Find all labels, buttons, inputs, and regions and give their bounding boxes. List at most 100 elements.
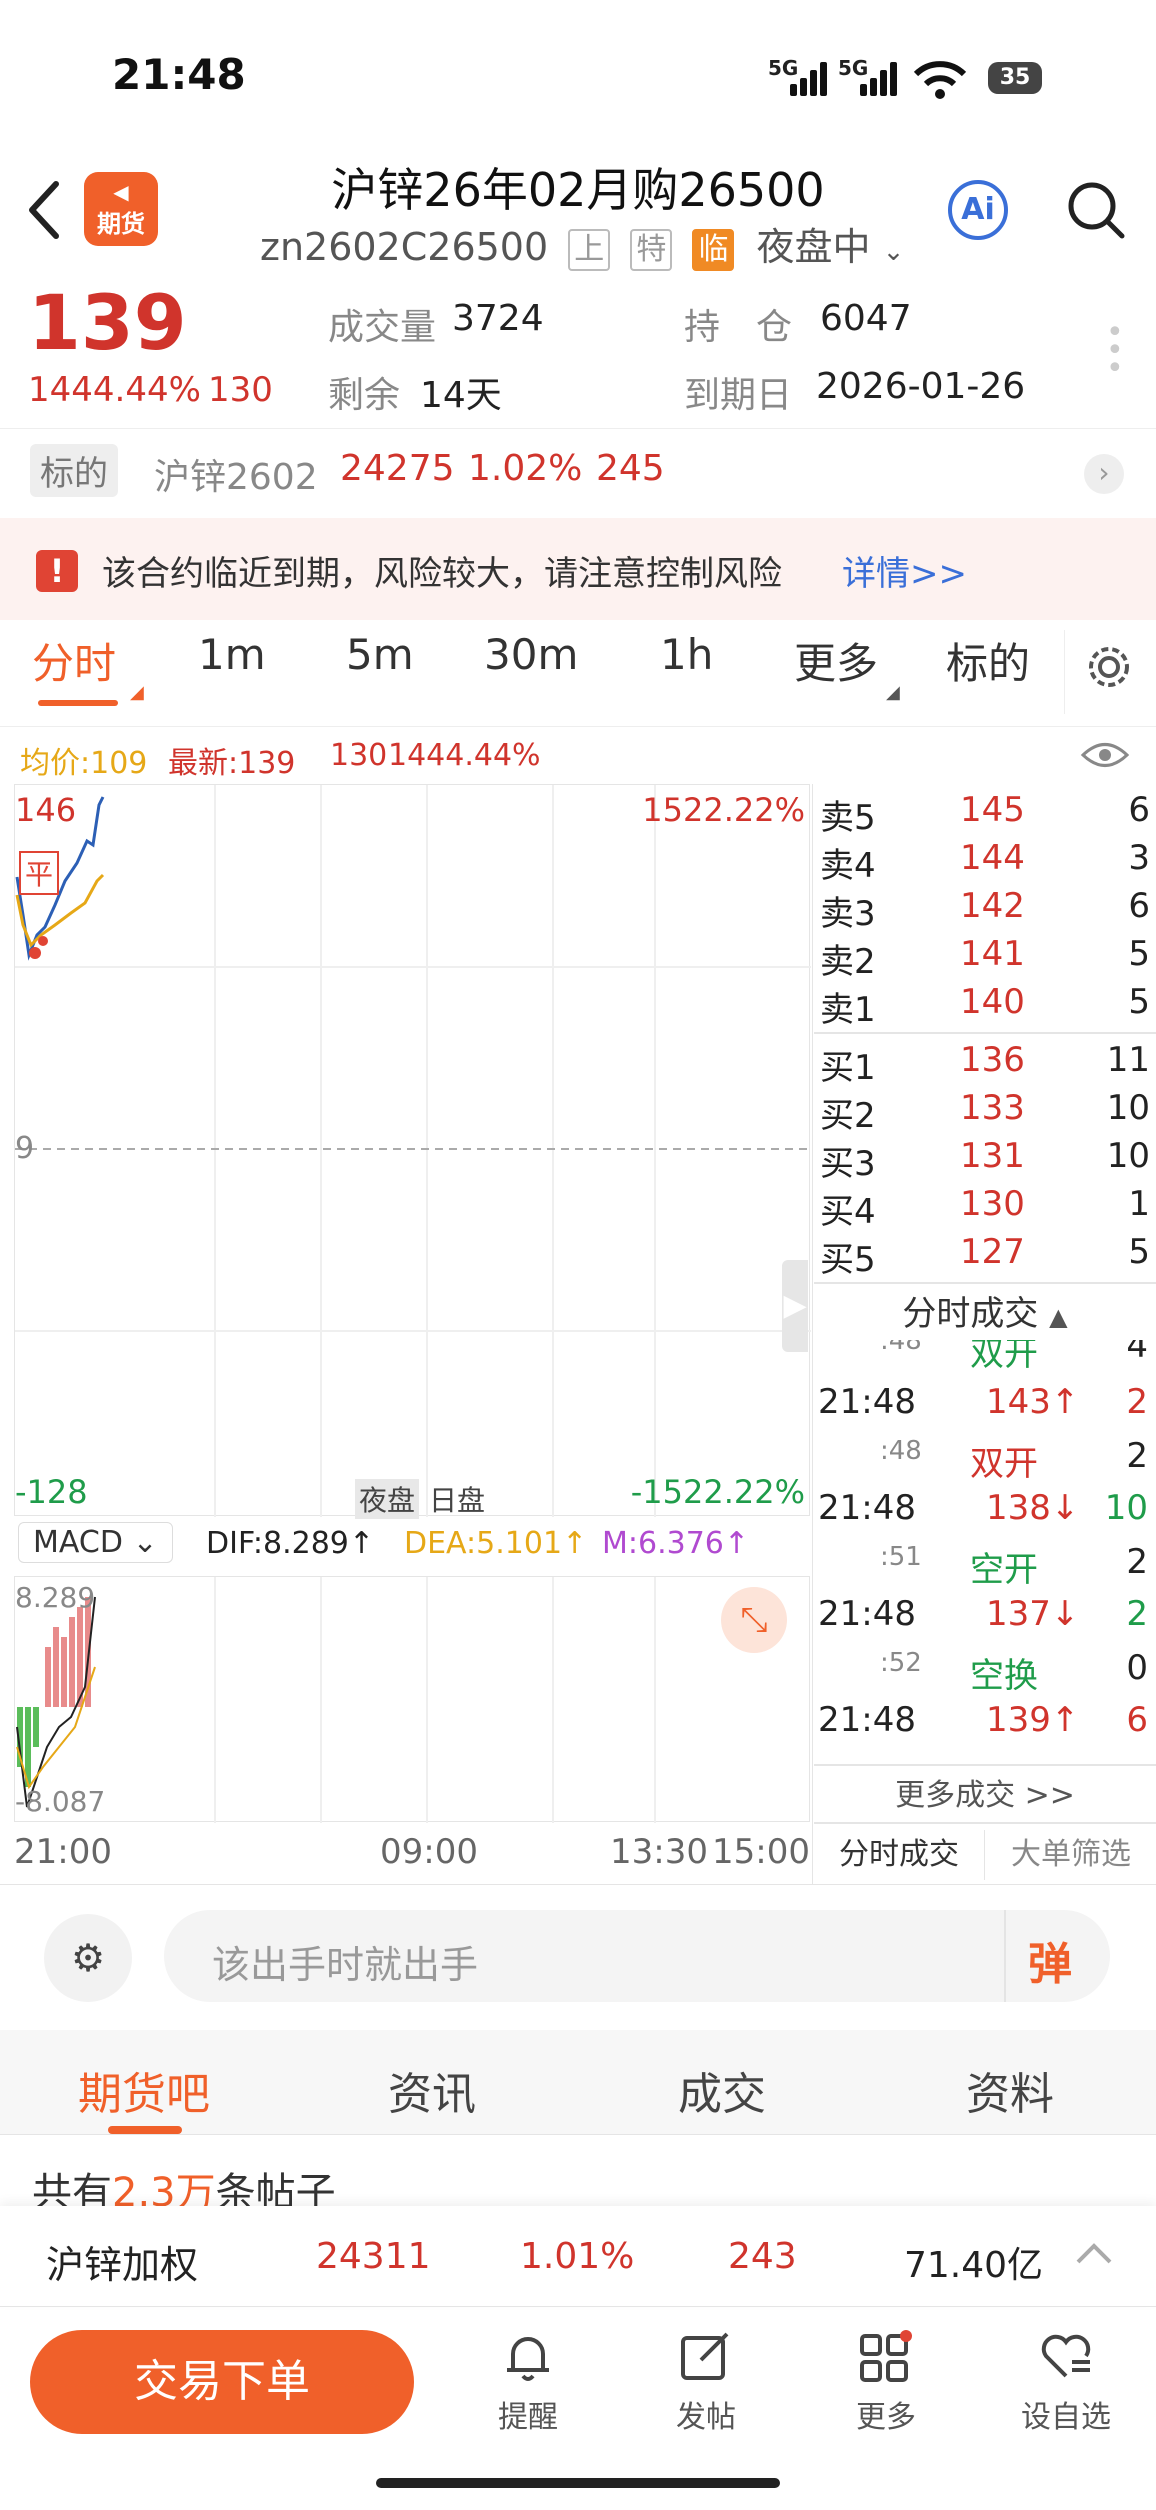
tab-more[interactable]: 更多	[794, 630, 878, 691]
more-vertical-icon[interactable]: • • •	[1106, 318, 1124, 384]
macd-dea: DEA:5.101↑	[404, 1526, 588, 1561]
trade-time: :48	[880, 1340, 922, 1356]
chevron-right-icon[interactable]: ›	[1084, 454, 1124, 494]
ask-row[interactable]: 卖1 140 5	[816, 982, 1156, 1030]
nav-favorite[interactable]: 设自选	[1006, 2330, 1126, 2436]
contract-code: zn2602C26500	[260, 225, 549, 269]
tab-intraday[interactable]: 分时	[32, 630, 116, 691]
nav-alert[interactable]: 提醒	[468, 2330, 588, 2436]
timeframe-tabs: 分时 ◢ 1m 5m 30m 1h 更多 ◢ 标的	[0, 630, 1156, 726]
underlying-pct: 1.02%	[468, 448, 583, 489]
bid-row[interactable]: 买1 136 11	[816, 1040, 1156, 1088]
bid-price: 127	[960, 1232, 1025, 1272]
tab-info[interactable]: 资料	[966, 2058, 1054, 2122]
ask-row[interactable]: 卖3 142 6	[816, 886, 1156, 934]
home-indicator	[376, 2478, 780, 2488]
bid-price: 131	[960, 1136, 1025, 1176]
settings-gear-icon[interactable]	[1084, 642, 1134, 692]
tag-temporary: 临	[692, 228, 735, 271]
ask-price: 145	[960, 790, 1025, 830]
indicator-selector[interactable]: MACD ⌄	[18, 1522, 173, 1563]
danmaku-settings-icon[interactable]: ⚙	[44, 1914, 132, 2002]
remain-label: 剩余	[328, 375, 401, 416]
latest-price: 最新:139	[168, 746, 296, 781]
bid-volume: 5	[1128, 1232, 1150, 1272]
trade-time: 21:48	[818, 1700, 916, 1740]
trades-list[interactable]: :48 双开 4 21:48 143↑ 2 :48 双开 2 21:48 138↓ 10 :51…	[814, 1340, 1156, 1764]
session-day-label: 日盘	[429, 1484, 486, 1517]
bid-row[interactable]: 买4 130 1	[816, 1184, 1156, 1232]
underlying-change: 245	[596, 448, 665, 489]
index-ticker[interactable]: 沪锌加权 24311 1.01% 243 71.40亿	[0, 2206, 1156, 2306]
trade-row: 21:48 138↓ 10	[814, 1488, 1154, 1540]
caret-up-icon: ▲	[1049, 1303, 1068, 1331]
trades-header-label: 分时成交	[902, 1294, 1039, 1334]
search-icon[interactable]	[1066, 180, 1126, 242]
bid-row[interactable]: 买5 127 5	[816, 1232, 1156, 1280]
trade-volume: 6	[1126, 1700, 1148, 1740]
tab-1m[interactable]: 1m	[198, 630, 266, 679]
bell-icon	[507, 2337, 549, 2381]
intraday-chart[interactable]: 146 平 9 -128 1522.22% -1522.22% 夜盘 日盘	[14, 784, 811, 1519]
comment-input[interactable]: 该出手时就出手 弹	[164, 1910, 1110, 2002]
change-percent: 1444.44%	[28, 370, 201, 410]
warning-details-link[interactable]: 详情>>	[842, 546, 967, 595]
tab-underlying[interactable]: 标的	[946, 630, 1030, 691]
bid-volume: 10	[1106, 1136, 1150, 1176]
index-name: 沪锌加权	[46, 2243, 199, 2287]
more-trades-link[interactable]: 更多成交 >>	[814, 1770, 1156, 1820]
bid-row[interactable]: 买2 133 10	[816, 1088, 1156, 1136]
bid-label: 买3	[820, 1144, 876, 1184]
nav-post[interactable]: 发帖	[646, 2330, 766, 2436]
tab-news[interactable]: 资讯	[388, 2058, 476, 2122]
chevron-up-icon[interactable]	[1074, 2242, 1114, 2266]
bid-row[interactable]: 买3 131 10	[816, 1136, 1156, 1184]
bid-price: 136	[960, 1040, 1025, 1080]
tab-futures-forum[interactable]: 期货吧	[78, 2058, 210, 2122]
tab-5m[interactable]: 5m	[346, 630, 414, 679]
trade-time: 21:48	[818, 1488, 916, 1528]
trades-header[interactable]: 分时成交 ▲	[814, 1286, 1156, 1342]
trade-row: :48 双开 4	[814, 1340, 1154, 1378]
nav-more[interactable]: 更多	[826, 2330, 946, 2436]
tab-trades[interactable]: 分时成交	[814, 1826, 984, 1884]
danmaku-toggle[interactable]: 弹	[1028, 1928, 1072, 1992]
macd-header: MACD ⌄ DIF:8.289↑ DEA:5.101↑ M:6.376↑	[14, 1518, 810, 1576]
status-bar: 21:48 5G 5G 35	[0, 0, 1156, 150]
tab-1h[interactable]: 1h	[660, 630, 713, 679]
indicator-name: MACD	[33, 1525, 123, 1560]
ask-label: 卖2	[820, 942, 876, 982]
y-axis-max: 146	[15, 791, 77, 829]
tab-indicator	[38, 700, 118, 706]
bid-volume: 10	[1106, 1088, 1150, 1128]
expand-icon[interactable]: ⤡	[721, 1587, 787, 1653]
apps-grid-icon	[860, 2330, 912, 2382]
eye-icon[interactable]	[1080, 740, 1130, 770]
trade-volume: 2	[1126, 1594, 1148, 1634]
expiry-label: 到期日	[684, 375, 793, 416]
collapse-handle[interactable]: ▶	[782, 1260, 808, 1352]
bid-label: 买2	[820, 1096, 876, 1136]
session-night-label: 夜盘	[355, 1479, 420, 1519]
ai-button[interactable]: Ai	[948, 180, 1008, 240]
status-time: 21:48	[112, 50, 246, 99]
tag-exchange: 上	[568, 228, 611, 271]
avg-price: 均价:109	[20, 746, 148, 781]
contract-subtitle[interactable]: zn2602C26500 上 特 临 夜盘中 ⌄	[260, 216, 904, 271]
chevron-down-icon: ⌄	[882, 237, 905, 267]
trade-order-button[interactable]: 交易下单	[30, 2330, 414, 2434]
tab-deals[interactable]: 成交	[678, 2058, 766, 2122]
tab-30m[interactable]: 30m	[484, 630, 578, 679]
tab-large-orders[interactable]: 大单筛选	[986, 1826, 1156, 1884]
ask-row[interactable]: 卖2 141 5	[816, 934, 1156, 982]
ask-row[interactable]: 卖4 144 3	[816, 838, 1156, 886]
bid-label: 买5	[820, 1240, 876, 1280]
macd-dif: DIF:8.289↑	[206, 1526, 375, 1561]
trade-row: :51 空开 2	[814, 1542, 1154, 1594]
ask-row[interactable]: 卖5 145 6	[816, 790, 1156, 838]
underlying-row[interactable]: 标的 沪锌2602 24275 1.02% 245 ›	[0, 438, 1156, 518]
macd-chart[interactable]: 8.289 -8.087 ⤡	[14, 1576, 810, 1823]
section-tabs: 期货吧 资讯 成交 资料	[0, 2030, 1156, 2134]
ask-price: 140	[960, 982, 1025, 1022]
bid-volume: 1	[1128, 1184, 1150, 1224]
